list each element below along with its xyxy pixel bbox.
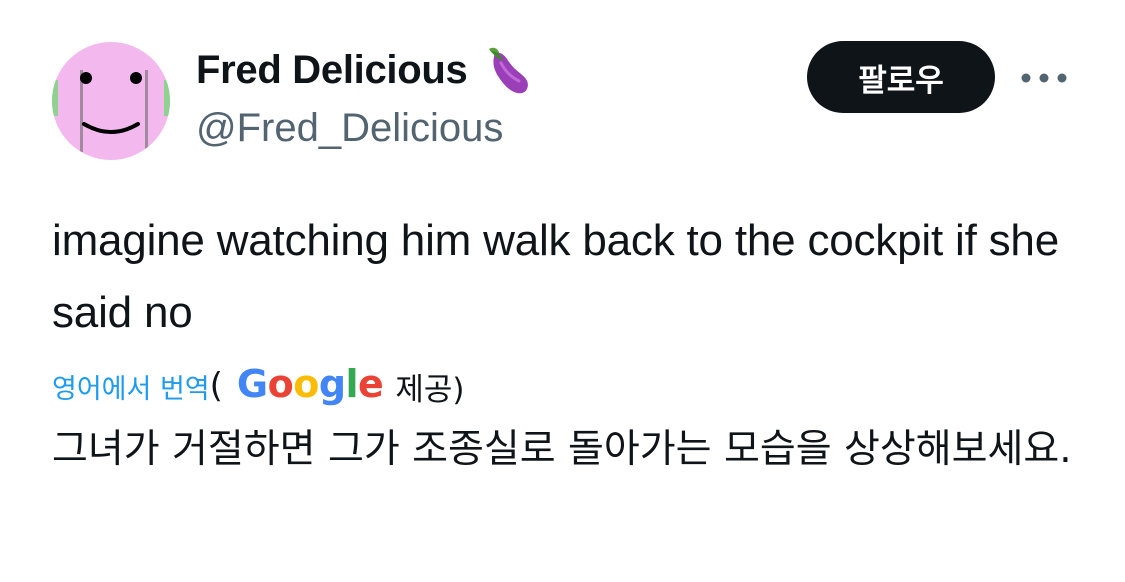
avatar-face-icon xyxy=(52,42,170,160)
translated-text: 그녀가 거절하면 그가 조종실로 돌아가는 모습을 상상해보세요. xyxy=(52,427,1072,472)
author-display-name[interactable]: Fred Delicious xyxy=(196,48,468,93)
translate-link[interactable]: 영어에서 번역 xyxy=(52,367,210,406)
eggplant-icon xyxy=(481,43,535,97)
author-handle[interactable]: @Fred_Delicious xyxy=(196,106,503,151)
tweet-text: imagine watching him walk back to the co… xyxy=(52,216,1059,337)
more-options-button[interactable] xyxy=(1016,58,1072,98)
author-name-row: Fred Delicious xyxy=(196,44,535,96)
follow-button[interactable]: 팔로우 xyxy=(807,41,995,113)
google-logo: Google xyxy=(236,362,384,406)
avatar[interactable] xyxy=(52,42,170,160)
provided-by-label: 제공) xyxy=(395,371,465,408)
translation-attribution: 영어에서 번역 ( Google 제공) xyxy=(52,358,464,414)
more-horizontal-icon xyxy=(1021,73,1067,83)
paren-open: ( xyxy=(209,366,223,406)
